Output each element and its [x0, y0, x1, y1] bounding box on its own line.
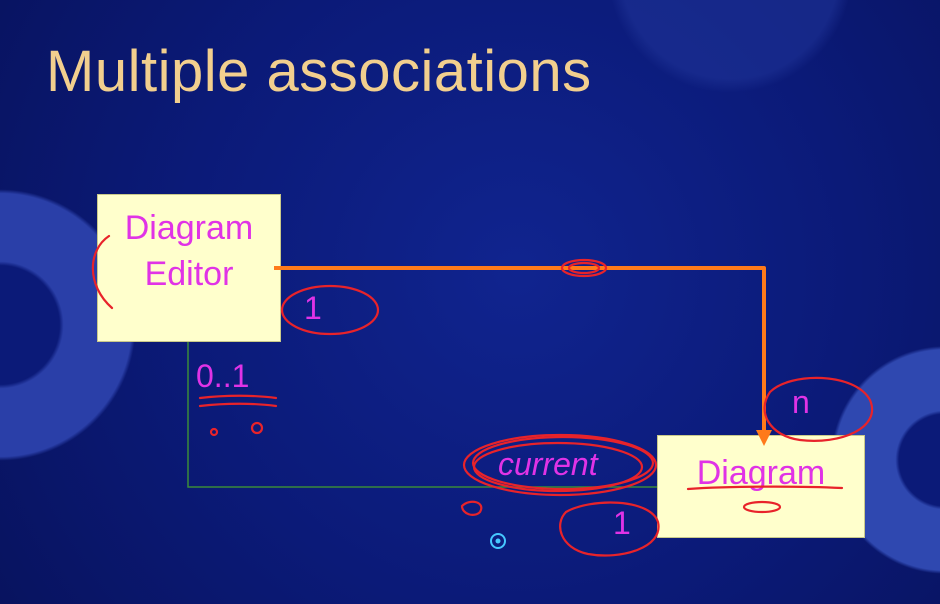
multiplicity-label-editor-one: 1: [304, 290, 322, 326]
annotation-scribble-line: [460, 500, 483, 516]
annotation-dot: [250, 421, 264, 435]
class-name-line: Diagram: [124, 209, 254, 247]
annotation-underline-zero-one: [198, 402, 278, 408]
multiplicity-label-zero-to-one: 0..1: [196, 358, 250, 394]
slide-title: Multiple associations: [46, 39, 592, 104]
gear-top-decoration: [590, 0, 870, 110]
class-name-line: Diagram: [696, 454, 826, 492]
annotation-dot: [209, 427, 219, 437]
class-box-diagram-editor[interactable]: Diagram Editor: [97, 194, 281, 342]
multiplicity-label-diagram-n: n: [792, 384, 810, 420]
annotation-circle-bottom-one: [559, 501, 660, 557]
cursor-marker-icon: [495, 538, 501, 544]
annotation-arrow: [274, 266, 766, 436]
annotation-circle-one: [280, 284, 380, 336]
slide: Multiple associations Diagram Editor Dia…: [0, 0, 940, 604]
multiplicity-label-current-one: 1: [613, 505, 631, 541]
annotation-underline-zero-one: [198, 394, 278, 400]
annotation-scribble-line: [567, 261, 601, 275]
class-name-line: Editor: [144, 255, 234, 293]
class-box-diagram[interactable]: Diagram: [657, 435, 865, 538]
annotation-circle-n: [763, 376, 874, 442]
cursor-marker-icon: [490, 533, 506, 549]
role-label-current: current: [498, 446, 598, 482]
annotation-scribble-line: [560, 258, 608, 278]
